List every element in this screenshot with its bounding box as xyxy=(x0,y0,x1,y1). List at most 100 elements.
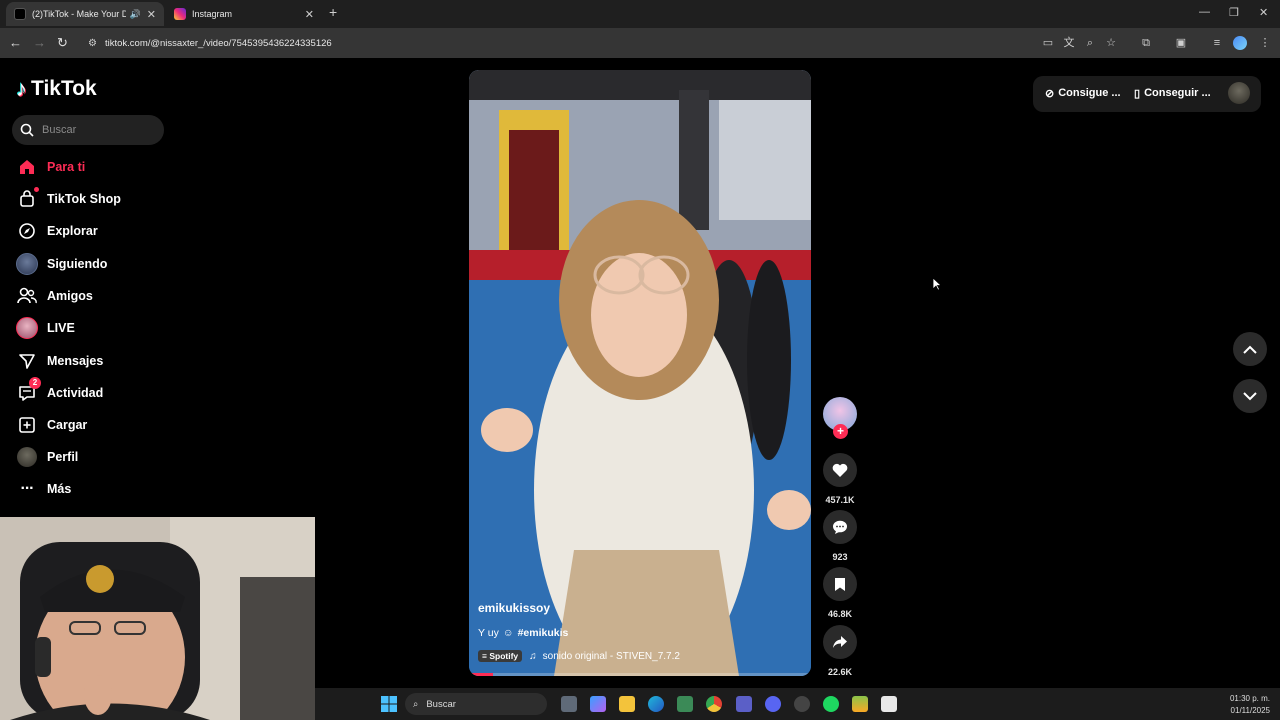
new-tab-icon[interactable]: + xyxy=(329,4,337,20)
share-button[interactable]: 22.6K xyxy=(822,625,858,677)
webcam-overlay xyxy=(0,517,315,720)
windows-start-icon[interactable] xyxy=(381,696,397,712)
get-coins-label: Consigue ... xyxy=(1058,87,1121,99)
file-explorer-icon[interactable] xyxy=(619,696,635,712)
taskbar-search[interactable]: ⌕ Buscar xyxy=(405,693,547,715)
bookmark-icon xyxy=(823,567,857,601)
tab-title: Instagram xyxy=(192,9,233,19)
hashtag-link[interactable]: #emikukis xyxy=(518,627,569,639)
nav-label: Cargar xyxy=(47,418,88,432)
share-count: 22.6K xyxy=(827,667,853,677)
shop-bag-icon xyxy=(16,187,39,210)
back-icon[interactable]: ← xyxy=(9,35,22,50)
discord-icon[interactable] xyxy=(765,696,781,712)
blush-emoji-icon: ☺ xyxy=(502,627,514,639)
nav-label: Perfil xyxy=(47,450,79,464)
comment-button[interactable]: 923 xyxy=(822,510,858,562)
friends-icon xyxy=(16,285,38,307)
forward-icon[interactable]: → xyxy=(33,35,46,50)
search-input[interactable]: Buscar xyxy=(12,115,164,145)
nav-item-amigos[interactable]: Amigos xyxy=(16,284,93,308)
instagram-favicon-icon xyxy=(174,8,186,20)
like-button[interactable]: 457.1K xyxy=(822,453,858,505)
creator-avatar[interactable]: + xyxy=(822,397,858,439)
close-tab-icon[interactable]: ✕ xyxy=(147,8,156,21)
zoom-icon[interactable]: ⌕ xyxy=(1083,36,1097,50)
heart-icon xyxy=(823,453,857,487)
search-icon xyxy=(20,123,34,137)
sound-name[interactable]: sonido original - STIVEN_7.7.2 xyxy=(543,651,680,662)
spotify-taskbar-icon[interactable] xyxy=(823,696,839,712)
chevron-down-icon xyxy=(1243,391,1257,400)
video-frame-image xyxy=(469,70,811,676)
notepad-icon[interactable] xyxy=(881,696,897,712)
get-coins-button[interactable]: ⊘ Consigue ... xyxy=(1045,80,1121,106)
task-view-icon[interactable] xyxy=(561,696,577,712)
like-count: 457.1K xyxy=(825,495,855,505)
sound-row[interactable]: ≡ Spotify ♫ sonido original - STIVEN_7.7… xyxy=(478,650,680,662)
nav-item-perfil[interactable]: Perfil xyxy=(16,445,78,469)
nav-item-cargar[interactable]: Cargar xyxy=(16,413,87,437)
browser-toolbar: ← → ↻ ⚙ tiktok.com/@nissaxter_/video/754… xyxy=(0,28,1280,58)
chevron-up-icon xyxy=(1243,345,1257,354)
previous-video-button[interactable] xyxy=(1233,332,1267,366)
speaker-icon[interactable]: 🔊 xyxy=(130,9,141,20)
next-video-button[interactable] xyxy=(1233,379,1267,413)
nav-item-live[interactable]: LIVE xyxy=(16,316,75,340)
tab-instagram[interactable]: Instagram ✕ xyxy=(166,2,322,26)
restore-icon[interactable]: ❐ xyxy=(1229,6,1239,19)
reload-icon[interactable]: ↻ xyxy=(57,35,68,51)
cast-icon[interactable]: ▭ xyxy=(1041,36,1055,50)
video-caption: Y uy ☺ #emikukis xyxy=(478,627,568,639)
profile-icon[interactable] xyxy=(1233,36,1247,50)
user-avatar[interactable] xyxy=(1228,82,1250,104)
chrome-icon[interactable] xyxy=(706,696,722,712)
translate-icon[interactable]: 文 xyxy=(1062,36,1076,50)
obs-icon[interactable] xyxy=(794,696,810,712)
sidebar-icon[interactable]: ▣ xyxy=(1174,36,1188,50)
activity-badge: 2 xyxy=(29,377,41,389)
menu-kebab-icon[interactable]: ⋮ xyxy=(1258,36,1272,50)
close-window-icon[interactable]: ✕ xyxy=(1259,6,1268,19)
bookmark-star-icon[interactable]: ☆ xyxy=(1104,36,1118,50)
nav-label: Explorar xyxy=(47,224,98,238)
get-app-button[interactable]: ▯ Conseguir ... xyxy=(1134,80,1211,106)
taskbar-clock[interactable]: 01:30 p. m. 01/11/2025 xyxy=(1230,693,1270,717)
home-icon xyxy=(16,156,38,178)
nav-label: LIVE xyxy=(47,321,75,335)
save-button[interactable]: 46.8K xyxy=(822,567,858,619)
tiktok-logo[interactable]: ♪ TikTok xyxy=(16,76,97,102)
edge-icon[interactable] xyxy=(648,696,664,712)
nav-item-para-ti[interactable]: Para ti xyxy=(16,155,85,179)
nav-item-actividad[interactable]: 2 Actividad xyxy=(16,377,103,405)
video-player[interactable]: emikukissoy Y uy ☺ #emikukis ≡ Spotify ♫… xyxy=(469,70,811,676)
media-control-icon[interactable]: ≡ xyxy=(1210,36,1224,50)
nav-item-mensajes[interactable]: Mensajes xyxy=(16,349,103,373)
teams-icon[interactable] xyxy=(736,696,752,712)
more-dots-icon: ··· xyxy=(20,480,35,497)
video-author[interactable]: emikukissoy xyxy=(478,601,550,615)
follow-plus-icon[interactable]: + xyxy=(833,424,848,439)
activity-icon: 2 xyxy=(16,377,41,404)
search-icon: ⌕ xyxy=(413,698,419,710)
extensions-icon[interactable]: ⧉ xyxy=(1139,36,1153,50)
phone-icon: ▯ xyxy=(1134,87,1141,100)
copilot-icon[interactable] xyxy=(590,696,606,712)
share-arrow-icon xyxy=(823,625,857,659)
video-progress-bar[interactable] xyxy=(469,673,811,676)
nav-item-tiktok-shop[interactable]: TikTok Shop xyxy=(16,187,121,211)
nav-label: Siguiendo xyxy=(47,257,108,271)
nav-item-explorar[interactable]: Explorar xyxy=(16,219,98,243)
tab-tiktok[interactable]: (2)TikTok - Make Your Day 🔊 ✕ xyxy=(6,2,164,26)
nav-item-mas[interactable]: ··· Más xyxy=(16,477,72,501)
logo-text: TikTok xyxy=(31,77,97,100)
minimize-icon[interactable]: — xyxy=(1199,6,1210,18)
site-info-icon[interactable]: ⚙ xyxy=(88,38,97,49)
spotify-chip[interactable]: ≡ Spotify xyxy=(478,650,523,662)
nav-item-siguiendo[interactable]: Siguiendo xyxy=(16,252,107,276)
app-stack-icon[interactable] xyxy=(852,696,868,712)
close-tab-icon[interactable]: ✕ xyxy=(305,8,314,21)
address-bar[interactable]: ⚙ tiktok.com/@nissaxter_/video/754539543… xyxy=(80,32,1030,54)
store-icon[interactable] xyxy=(677,696,693,712)
save-count: 46.8K xyxy=(827,609,853,619)
